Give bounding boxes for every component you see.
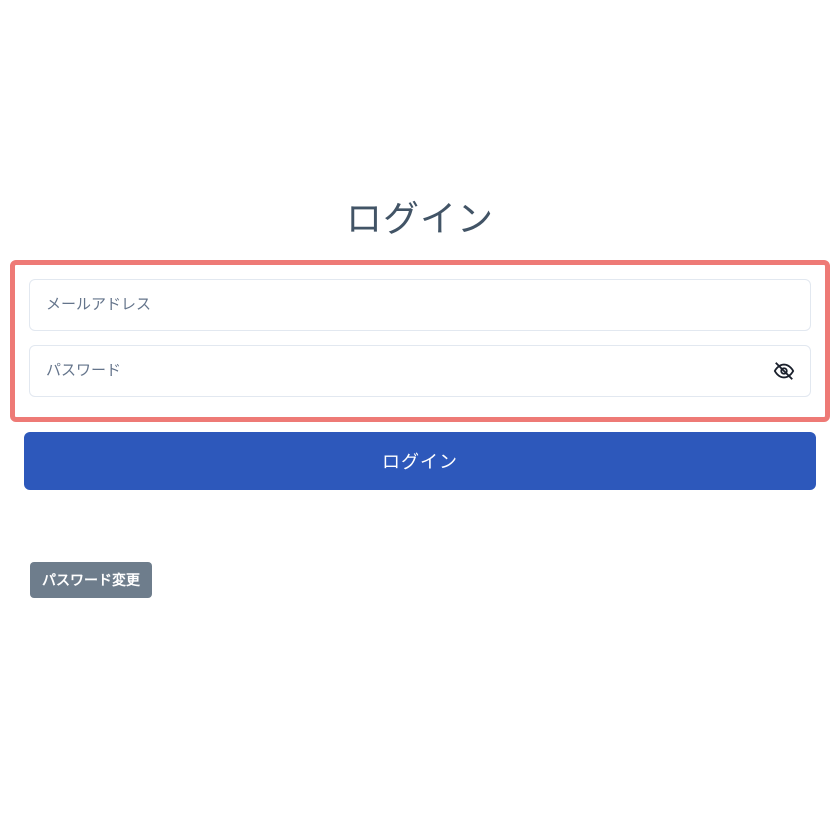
login-container: ログイン ログイン パスワード変更 xyxy=(0,0,840,598)
page-title: ログイン xyxy=(10,190,830,242)
login-button[interactable]: ログイン xyxy=(24,432,816,490)
password-change-button[interactable]: パスワード変更 xyxy=(30,562,152,598)
eye-off-icon[interactable] xyxy=(773,360,795,382)
email-field[interactable] xyxy=(29,279,811,331)
input-highlight-box xyxy=(10,260,830,422)
password-field[interactable] xyxy=(29,345,811,397)
password-input-wrapper xyxy=(29,345,811,397)
email-input-wrapper xyxy=(29,279,811,331)
